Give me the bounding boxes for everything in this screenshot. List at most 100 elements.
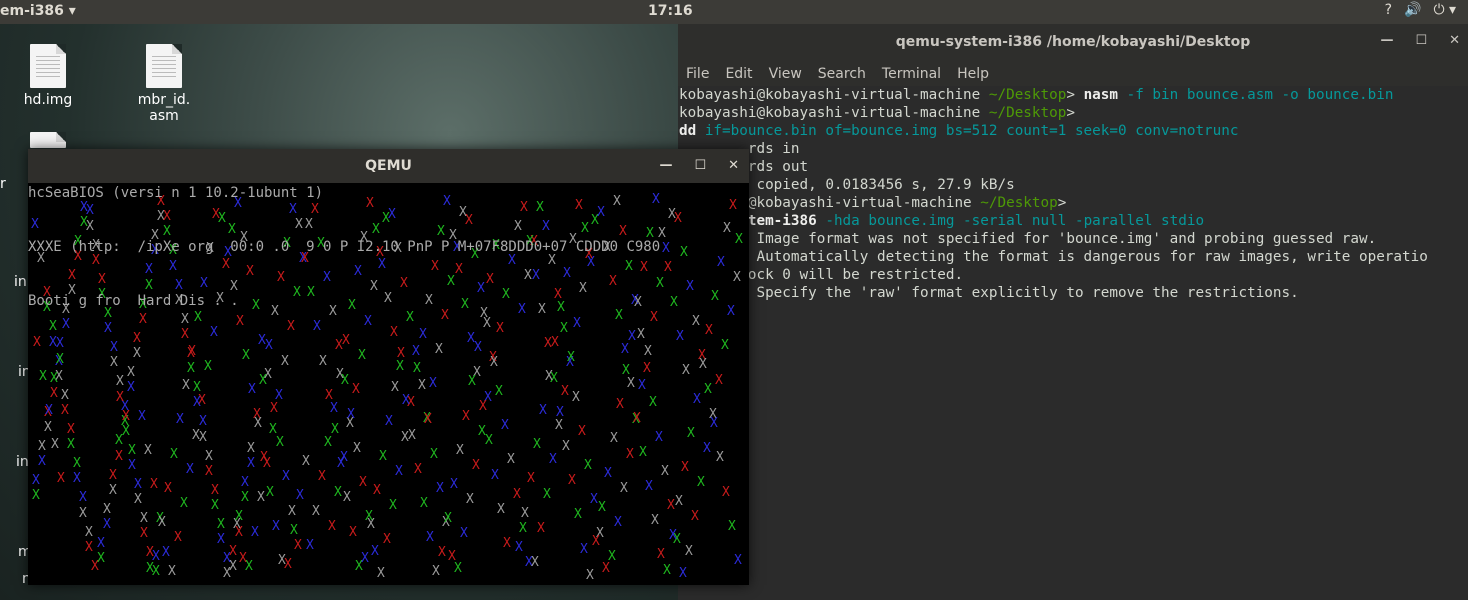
bounce-x-mark: X [686, 279, 694, 295]
bounce-x-mark: X [408, 427, 416, 443]
close-icon[interactable]: ✕ [1449, 33, 1460, 48]
qemu-window[interactable]: QEMU — ☐ ✕ XXXXXXXXXXXXXXXXXXXXXXXXXXXXX… [28, 149, 749, 585]
bounce-x-mark: X [435, 342, 443, 358]
bounce-x-mark: X [644, 344, 652, 359]
bounce-x-mark: X [144, 442, 152, 458]
bounce-x-mark: X [181, 311, 189, 327]
bounce-x-mark: X [127, 380, 135, 396]
bounce-x-mark: X [205, 463, 213, 479]
bounce-x-mark: X [266, 484, 274, 500]
minimize-icon[interactable]: — [1380, 33, 1393, 48]
bounce-x-mark: X [616, 397, 624, 413]
bounce-x-mark: X [293, 285, 301, 301]
menu-help[interactable]: Help [957, 66, 989, 82]
bounce-x-mark: X [122, 408, 130, 424]
desktop-file-mbr-id-asm[interactable]: mbr_id. asm [124, 44, 204, 124]
app-menu[interactable]: em-i386 ▾ [0, 3, 76, 19]
bounce-x-mark: X [441, 307, 449, 323]
bounce-x-mark: X [176, 412, 184, 428]
bounce-x-mark: X [572, 389, 580, 405]
qemu-display[interactable]: XXXXXXXXXXXXXXXXXXXXXXXXXXXXXXXXXXXXXXXX… [28, 183, 748, 585]
maximize-icon[interactable]: ☐ [1415, 33, 1427, 48]
bounce-x-mark: X [667, 497, 675, 513]
menu-view[interactable]: View [769, 66, 802, 82]
bounce-x-mark: X [352, 382, 360, 397]
bounce-x-mark: X [443, 193, 451, 209]
terminal-window[interactable]: qemu-system-i386 /home/kobayashi/Desktop… [678, 24, 1468, 600]
terminal-output[interactable]: kobayashi@kobayashi-virtual-machine ~/De… [678, 86, 1468, 600]
bounce-x-mark: X [313, 319, 321, 335]
bounce-x-mark: X [73, 456, 81, 472]
bounce-x-mark: X [139, 311, 147, 327]
bounce-x-mark: X [574, 507, 582, 523]
bounce-x-mark: X [115, 448, 123, 464]
bounce-x-mark: X [518, 302, 526, 318]
bounce-x-mark: X [710, 416, 718, 432]
bounce-x-mark: X [281, 353, 289, 369]
terminal-prompt: > [1066, 87, 1084, 103]
bounce-x-mark: X [555, 418, 563, 434]
bounce-x-mark: X [110, 340, 118, 356]
minimize-icon[interactable]: — [659, 158, 672, 173]
bounce-x-mark: X [323, 269, 331, 285]
bounce-x-mark: X [657, 547, 665, 563]
terminal-prompt: > [1066, 105, 1075, 121]
menu-file[interactable]: File [686, 66, 709, 82]
bounce-x-mark: X [626, 446, 634, 462]
bounce-x-mark: X [305, 216, 313, 232]
menu-edit[interactable]: Edit [725, 66, 752, 82]
bounce-x-mark: X [560, 321, 568, 337]
bounce-x-mark: X [514, 218, 522, 234]
bounce-x-mark: X [430, 446, 438, 462]
bounce-x-mark: X [507, 452, 515, 468]
bounce-x-mark: X [621, 342, 629, 358]
bounce-x-mark: X [270, 401, 278, 416]
bounce-x-mark: X [650, 309, 658, 325]
terminal-line: rds in [679, 140, 1468, 158]
bounce-x-mark: X [44, 420, 52, 435]
bounce-x-mark: X [627, 376, 635, 392]
bounce-x-mark: X [85, 539, 93, 555]
bounce-x-mark: X [495, 383, 503, 399]
bios-line: hcSeaBIOS (versi n 1 10.2-1ubunt 1) [28, 185, 324, 201]
desktop-file-hd-img[interactable]: hd.img [8, 44, 88, 108]
bounce-x-mark: X [358, 347, 366, 363]
bounce-x-mark: X [735, 231, 743, 247]
bounce-x-mark: X [39, 368, 47, 384]
bounce-x-mark: X [670, 294, 678, 310]
close-icon[interactable]: ✕ [728, 158, 739, 173]
bounce-x-mark: X [354, 264, 362, 280]
bounce-x-mark: X [649, 395, 657, 411]
bounce-x-mark: X [372, 222, 380, 238]
system-tray[interactable]: ? 🔊 ⏻ ▾ [1385, 2, 1456, 18]
bounce-x-mark: X [235, 509, 243, 525]
network-icon[interactable]: ? [1385, 2, 1392, 18]
desktop-file-label: in [14, 274, 27, 290]
bounce-x-mark: X [609, 273, 617, 289]
qemu-titlebar[interactable]: QEMU — ☐ ✕ [28, 149, 749, 183]
maximize-icon[interactable]: ☐ [694, 158, 706, 173]
bounce-x-mark: X [62, 317, 70, 333]
bounce-x-mark: X [364, 313, 372, 329]
terminal-titlebar[interactable]: qemu-system-i386 /home/kobayashi/Desktop… [678, 24, 1468, 62]
bounce-x-mark: X [367, 516, 375, 532]
document-icon [30, 132, 66, 148]
bounce-x-mark: X [424, 412, 432, 428]
clock[interactable]: 17:16 [648, 3, 693, 19]
bounce-x-mark: X [242, 347, 250, 363]
bounce-x-mark: X [370, 279, 378, 295]
bounce-x-mark: X [693, 391, 701, 407]
bounce-x-mark: X [447, 273, 455, 289]
bounce-x-mark: X [414, 461, 422, 477]
volume-icon[interactable]: 🔊 [1404, 2, 1421, 18]
power-icon[interactable]: ⏻ ▾ [1433, 2, 1456, 18]
bounce-x-mark: X [140, 526, 148, 542]
bounce-x-mark: X [429, 376, 437, 392]
bounce-x-mark: X [587, 254, 595, 270]
bounce-x-mark: X [655, 429, 663, 445]
bounce-x-mark: X [728, 518, 736, 534]
desktop-file-label: in [16, 454, 29, 470]
menu-terminal[interactable]: Terminal [882, 66, 941, 82]
menu-search[interactable]: Search [818, 66, 866, 82]
bounce-x-mark: X [247, 440, 255, 456]
